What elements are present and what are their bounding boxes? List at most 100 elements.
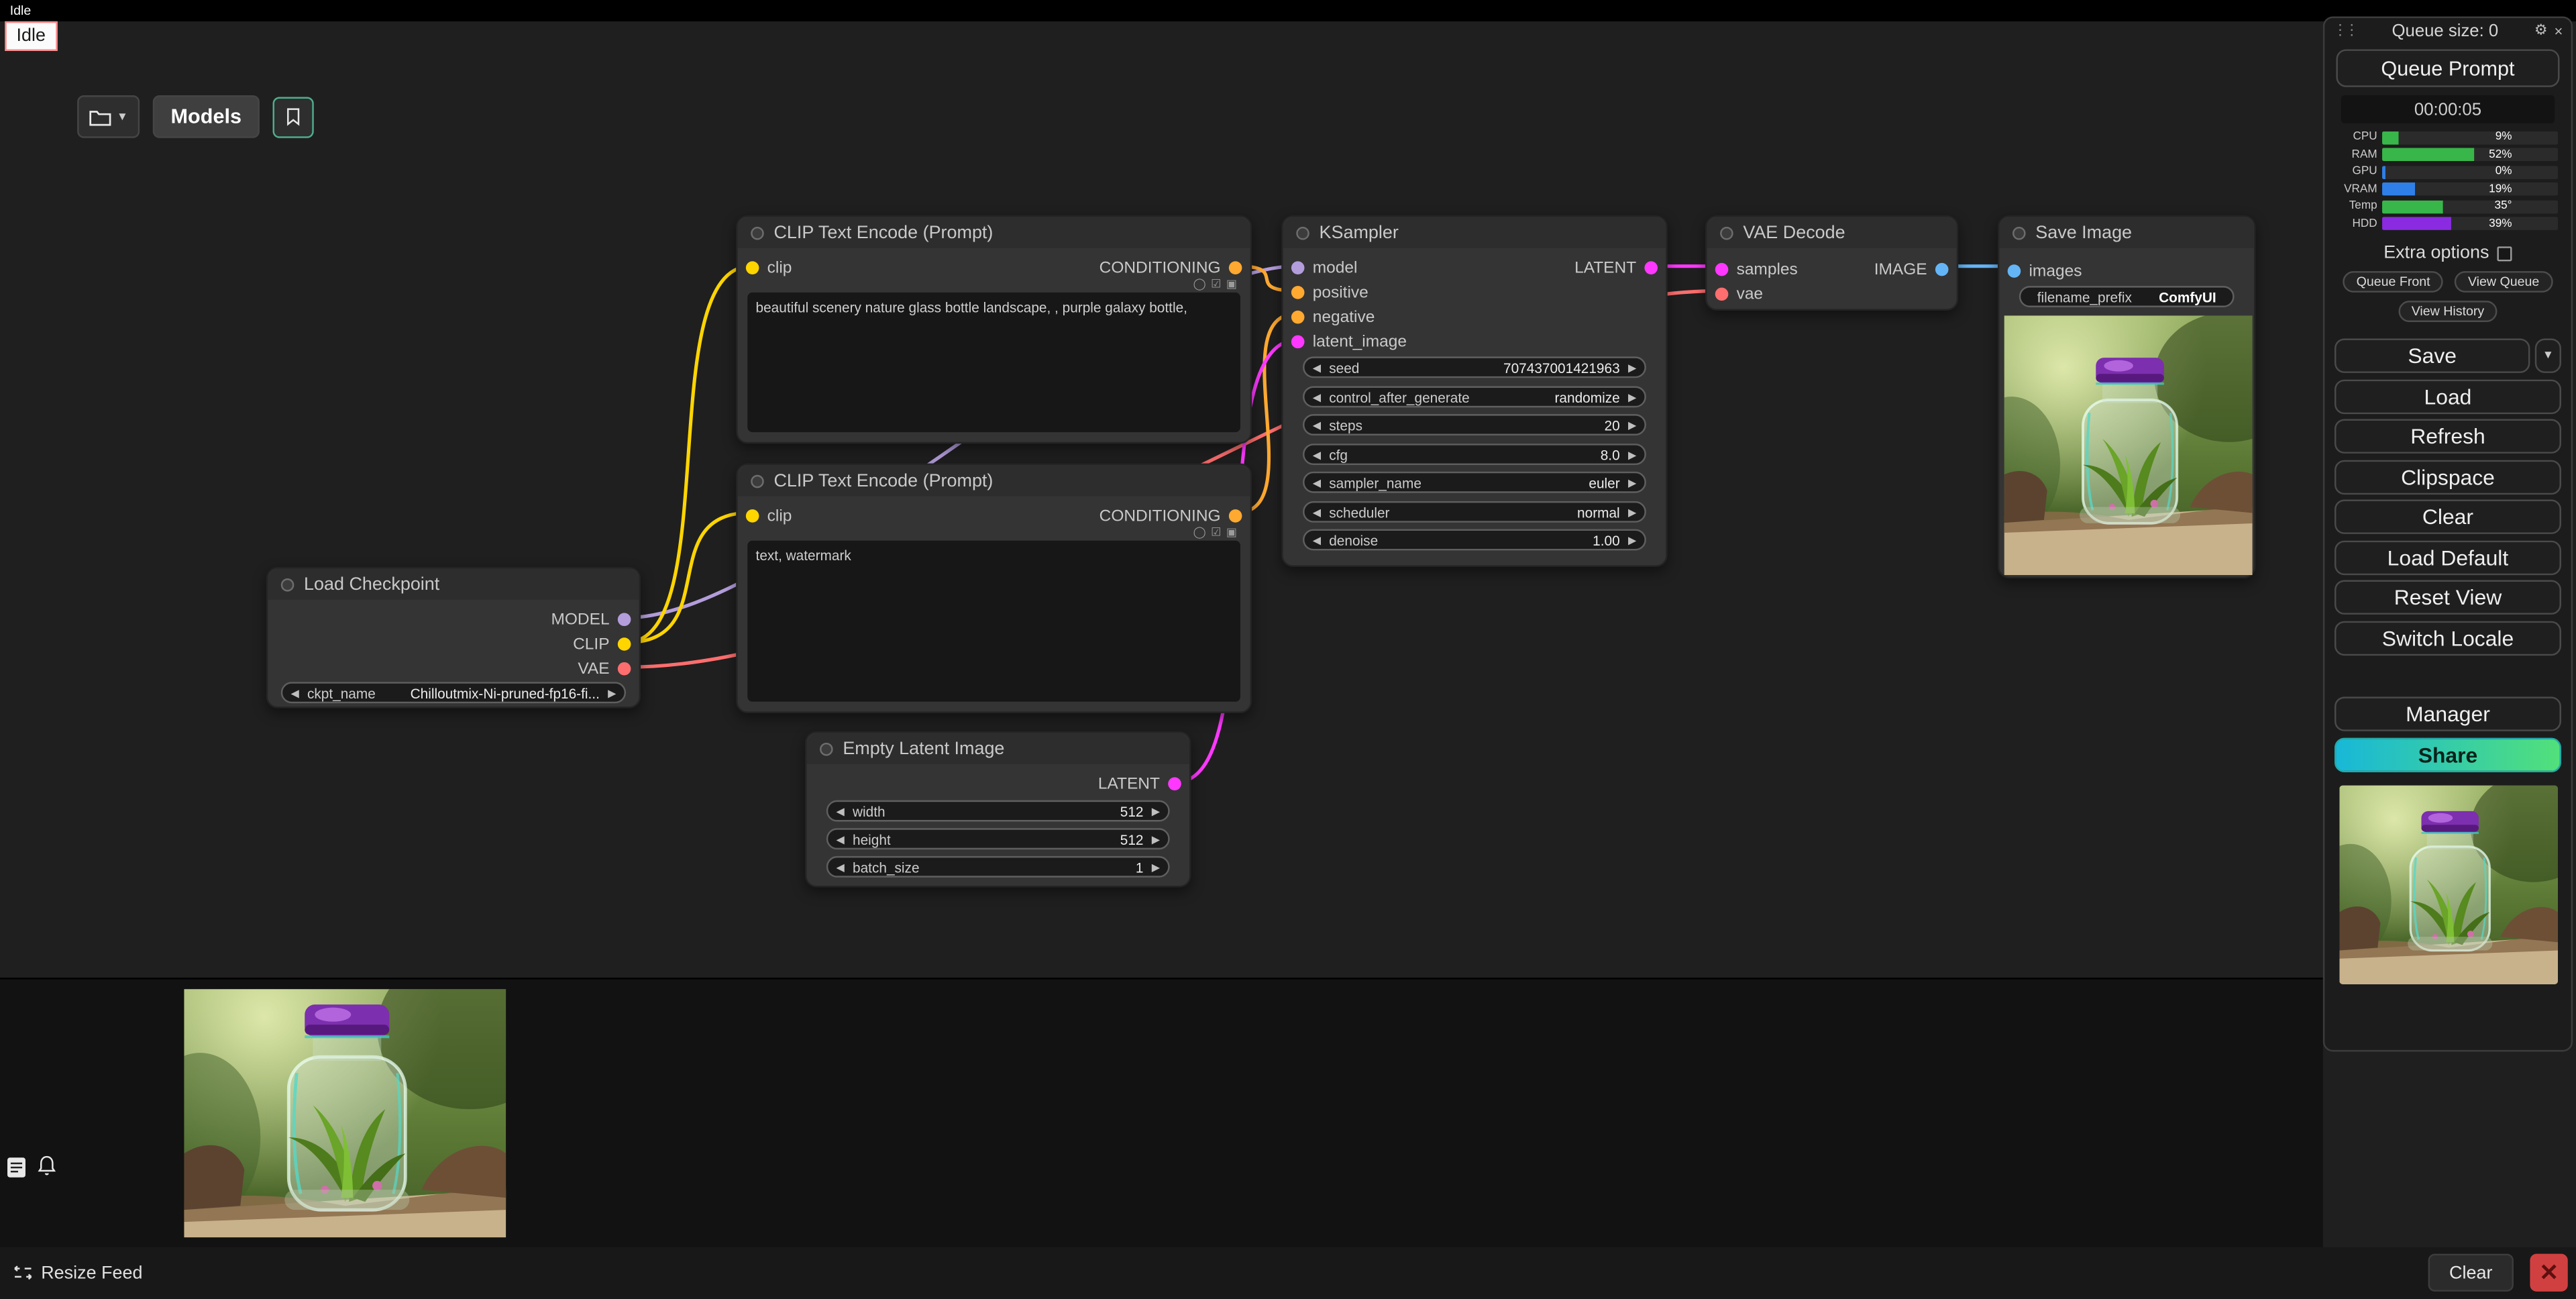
- denoise-widget[interactable]: ◀denoise1.00▶: [1303, 529, 1646, 551]
- filename-prefix-widget[interactable]: filename_prefix ComfyUI: [2019, 286, 2235, 307]
- increment-arrow-icon[interactable]: ▶: [1628, 391, 1636, 404]
- seed-widget[interactable]: ◀seed707437001421963▶: [1303, 356, 1646, 378]
- resize-feed-button[interactable]: Resize Feed: [13, 1263, 143, 1283]
- output-latent[interactable]: LATENT: [1098, 774, 1181, 793]
- feed-clear-button[interactable]: Clear: [2428, 1254, 2514, 1292]
- save-dropdown-button[interactable]: ▼: [2535, 338, 2561, 372]
- conditioning-port-icon[interactable]: [1291, 286, 1305, 299]
- resize-handle-icon[interactable]: ▣: [1226, 526, 1237, 539]
- increment-arrow-icon[interactable]: ▶: [1628, 361, 1636, 374]
- notes-icon[interactable]: [7, 1157, 26, 1186]
- generated-image-preview[interactable]: [2004, 315, 2253, 575]
- increment-arrow-icon[interactable]: ▶: [1152, 860, 1160, 874]
- collapse-dot-icon[interactable]: [1296, 226, 1309, 240]
- increment-arrow-icon[interactable]: ▶: [608, 686, 616, 699]
- decrement-arrow-icon[interactable]: ◀: [1313, 418, 1321, 431]
- node-load-checkpoint[interactable]: Load Checkpoint MODEL CLIP VAE ◀ ckpt_na…: [266, 567, 641, 709]
- output-vae[interactable]: VAE: [578, 659, 631, 678]
- increment-arrow-icon[interactable]: ▶: [1628, 418, 1636, 431]
- control-after-generate-widget[interactable]: ◀control_after_generaterandomize▶: [1303, 386, 1646, 408]
- height-widget[interactable]: ◀height512▶: [826, 828, 1170, 849]
- increment-arrow-icon[interactable]: ▶: [1628, 505, 1636, 519]
- vae-port-icon[interactable]: [618, 662, 631, 676]
- circle-toggle-icon[interactable]: ◯: [1193, 278, 1206, 291]
- load-default-button[interactable]: Load Default: [2334, 539, 2561, 574]
- input-images[interactable]: images: [2008, 261, 2082, 280]
- decrement-arrow-icon[interactable]: ◀: [1313, 533, 1321, 547]
- decrement-arrow-icon[interactable]: ◀: [290, 686, 299, 699]
- node-ksampler[interactable]: KSampler model positive negative latent_…: [1281, 215, 1668, 567]
- width-widget[interactable]: ◀width512▶: [826, 800, 1170, 822]
- node-header[interactable]: CLIP Text Encode (Prompt): [738, 217, 1250, 248]
- output-conditioning[interactable]: CONDITIONING: [1099, 506, 1242, 525]
- drag-handle-icon[interactable]: ⋮⋮: [2333, 21, 2356, 40]
- model-port-icon[interactable]: [618, 613, 631, 626]
- view-history-button[interactable]: View History: [2398, 301, 2498, 322]
- latent-port-icon[interactable]: [1715, 263, 1729, 276]
- node-clip-text-encode-negative[interactable]: CLIP Text Encode (Prompt) clip CONDITION…: [736, 464, 1252, 713]
- collapse-dot-icon[interactable]: [2012, 226, 2026, 240]
- latent-port-icon[interactable]: [1168, 777, 1181, 790]
- node-header[interactable]: VAE Decode: [1707, 217, 1956, 248]
- node-header[interactable]: KSampler: [1283, 217, 1666, 248]
- image-port-icon[interactable]: [2008, 264, 2021, 278]
- conditioning-port-icon[interactable]: [1229, 509, 1242, 523]
- input-latent-image[interactable]: latent_image: [1291, 332, 1407, 352]
- queue-prompt-button[interactable]: Queue Prompt: [2336, 49, 2559, 87]
- node-vae-decode[interactable]: VAE Decode samples vae IMAGE: [1705, 215, 1958, 311]
- steps-widget[interactable]: ◀steps20▶: [1303, 414, 1646, 435]
- input-samples[interactable]: samples: [1715, 260, 1798, 279]
- latent-port-icon[interactable]: [1291, 335, 1305, 349]
- increment-arrow-icon[interactable]: ▶: [1152, 804, 1160, 818]
- decrement-arrow-icon[interactable]: ◀: [1313, 448, 1321, 461]
- output-clip[interactable]: CLIP: [573, 634, 631, 654]
- prompt-textarea[interactable]: text, watermark: [747, 541, 1240, 702]
- decrement-arrow-icon[interactable]: ◀: [1313, 505, 1321, 519]
- clip-port-icon[interactable]: [746, 509, 759, 523]
- node-clip-text-encode-positive[interactable]: CLIP Text Encode (Prompt) clip CONDITION…: [736, 215, 1252, 444]
- node-header[interactable]: CLIP Text Encode (Prompt): [738, 465, 1250, 497]
- decrement-arrow-icon[interactable]: ◀: [837, 832, 845, 845]
- resize-handle-icon[interactable]: ▣: [1226, 278, 1237, 291]
- refresh-button[interactable]: Refresh: [2334, 419, 2561, 453]
- circle-toggle-icon[interactable]: ◯: [1193, 526, 1206, 539]
- collapse-dot-icon[interactable]: [751, 226, 764, 240]
- node-empty-latent-image[interactable]: Empty Latent Image LATENT ◀width512▶ ◀he…: [805, 731, 1191, 888]
- prompt-textarea[interactable]: beautiful scenery nature glass bottle la…: [747, 293, 1240, 432]
- feed-close-button[interactable]: ✕: [2530, 1254, 2567, 1292]
- share-button[interactable]: Share: [2334, 737, 2561, 771]
- feed-image[interactable]: [184, 989, 506, 1237]
- input-positive[interactable]: positive: [1291, 282, 1368, 302]
- load-button[interactable]: Load: [2334, 378, 2561, 413]
- decrement-arrow-icon[interactable]: ◀: [1313, 391, 1321, 404]
- collapse-dot-icon[interactable]: [1720, 226, 1733, 240]
- node-header[interactable]: Empty Latent Image: [806, 733, 1189, 764]
- sampler-name-widget[interactable]: ◀sampler_nameeuler▶: [1303, 472, 1646, 493]
- decrement-arrow-icon[interactable]: ◀: [1313, 476, 1321, 489]
- save-button[interactable]: Save: [2334, 338, 2530, 372]
- ckpt-name-widget[interactable]: ◀ ckpt_name Chilloutmix-Ni-pruned-fp16-f…: [281, 682, 626, 703]
- conditioning-port-icon[interactable]: [1291, 311, 1305, 324]
- increment-arrow-icon[interactable]: ▶: [1628, 533, 1636, 547]
- clipspace-button[interactable]: Clipspace: [2334, 459, 2561, 493]
- model-port-icon[interactable]: [1291, 261, 1305, 274]
- latent-port-icon[interactable]: [1644, 261, 1658, 274]
- clip-port-icon[interactable]: [746, 261, 759, 274]
- switch-locale-button[interactable]: Switch Locale: [2334, 620, 2561, 654]
- output-model[interactable]: MODEL: [551, 610, 631, 629]
- node-header[interactable]: Load Checkpoint: [268, 568, 639, 600]
- node-save-image[interactable]: Save Image images filename_prefix ComfyU…: [1998, 215, 2255, 578]
- clear-button[interactable]: Clear: [2334, 499, 2561, 533]
- models-button[interactable]: Models: [153, 95, 260, 138]
- conditioning-port-icon[interactable]: [1229, 261, 1242, 274]
- node-header[interactable]: Save Image: [1999, 217, 2254, 248]
- input-clip[interactable]: clip: [746, 506, 792, 525]
- queue-front-button[interactable]: Queue Front: [2343, 271, 2443, 293]
- collapse-dot-icon[interactable]: [820, 742, 833, 756]
- increment-arrow-icon[interactable]: ▶: [1628, 476, 1636, 489]
- increment-arrow-icon[interactable]: ▶: [1152, 832, 1160, 845]
- collapse-dot-icon[interactable]: [751, 474, 764, 488]
- output-image[interactable]: IMAGE: [1874, 260, 1949, 279]
- manager-button[interactable]: Manager: [2334, 696, 2561, 731]
- settings-gear-icon[interactable]: ⚙: [2534, 21, 2548, 40]
